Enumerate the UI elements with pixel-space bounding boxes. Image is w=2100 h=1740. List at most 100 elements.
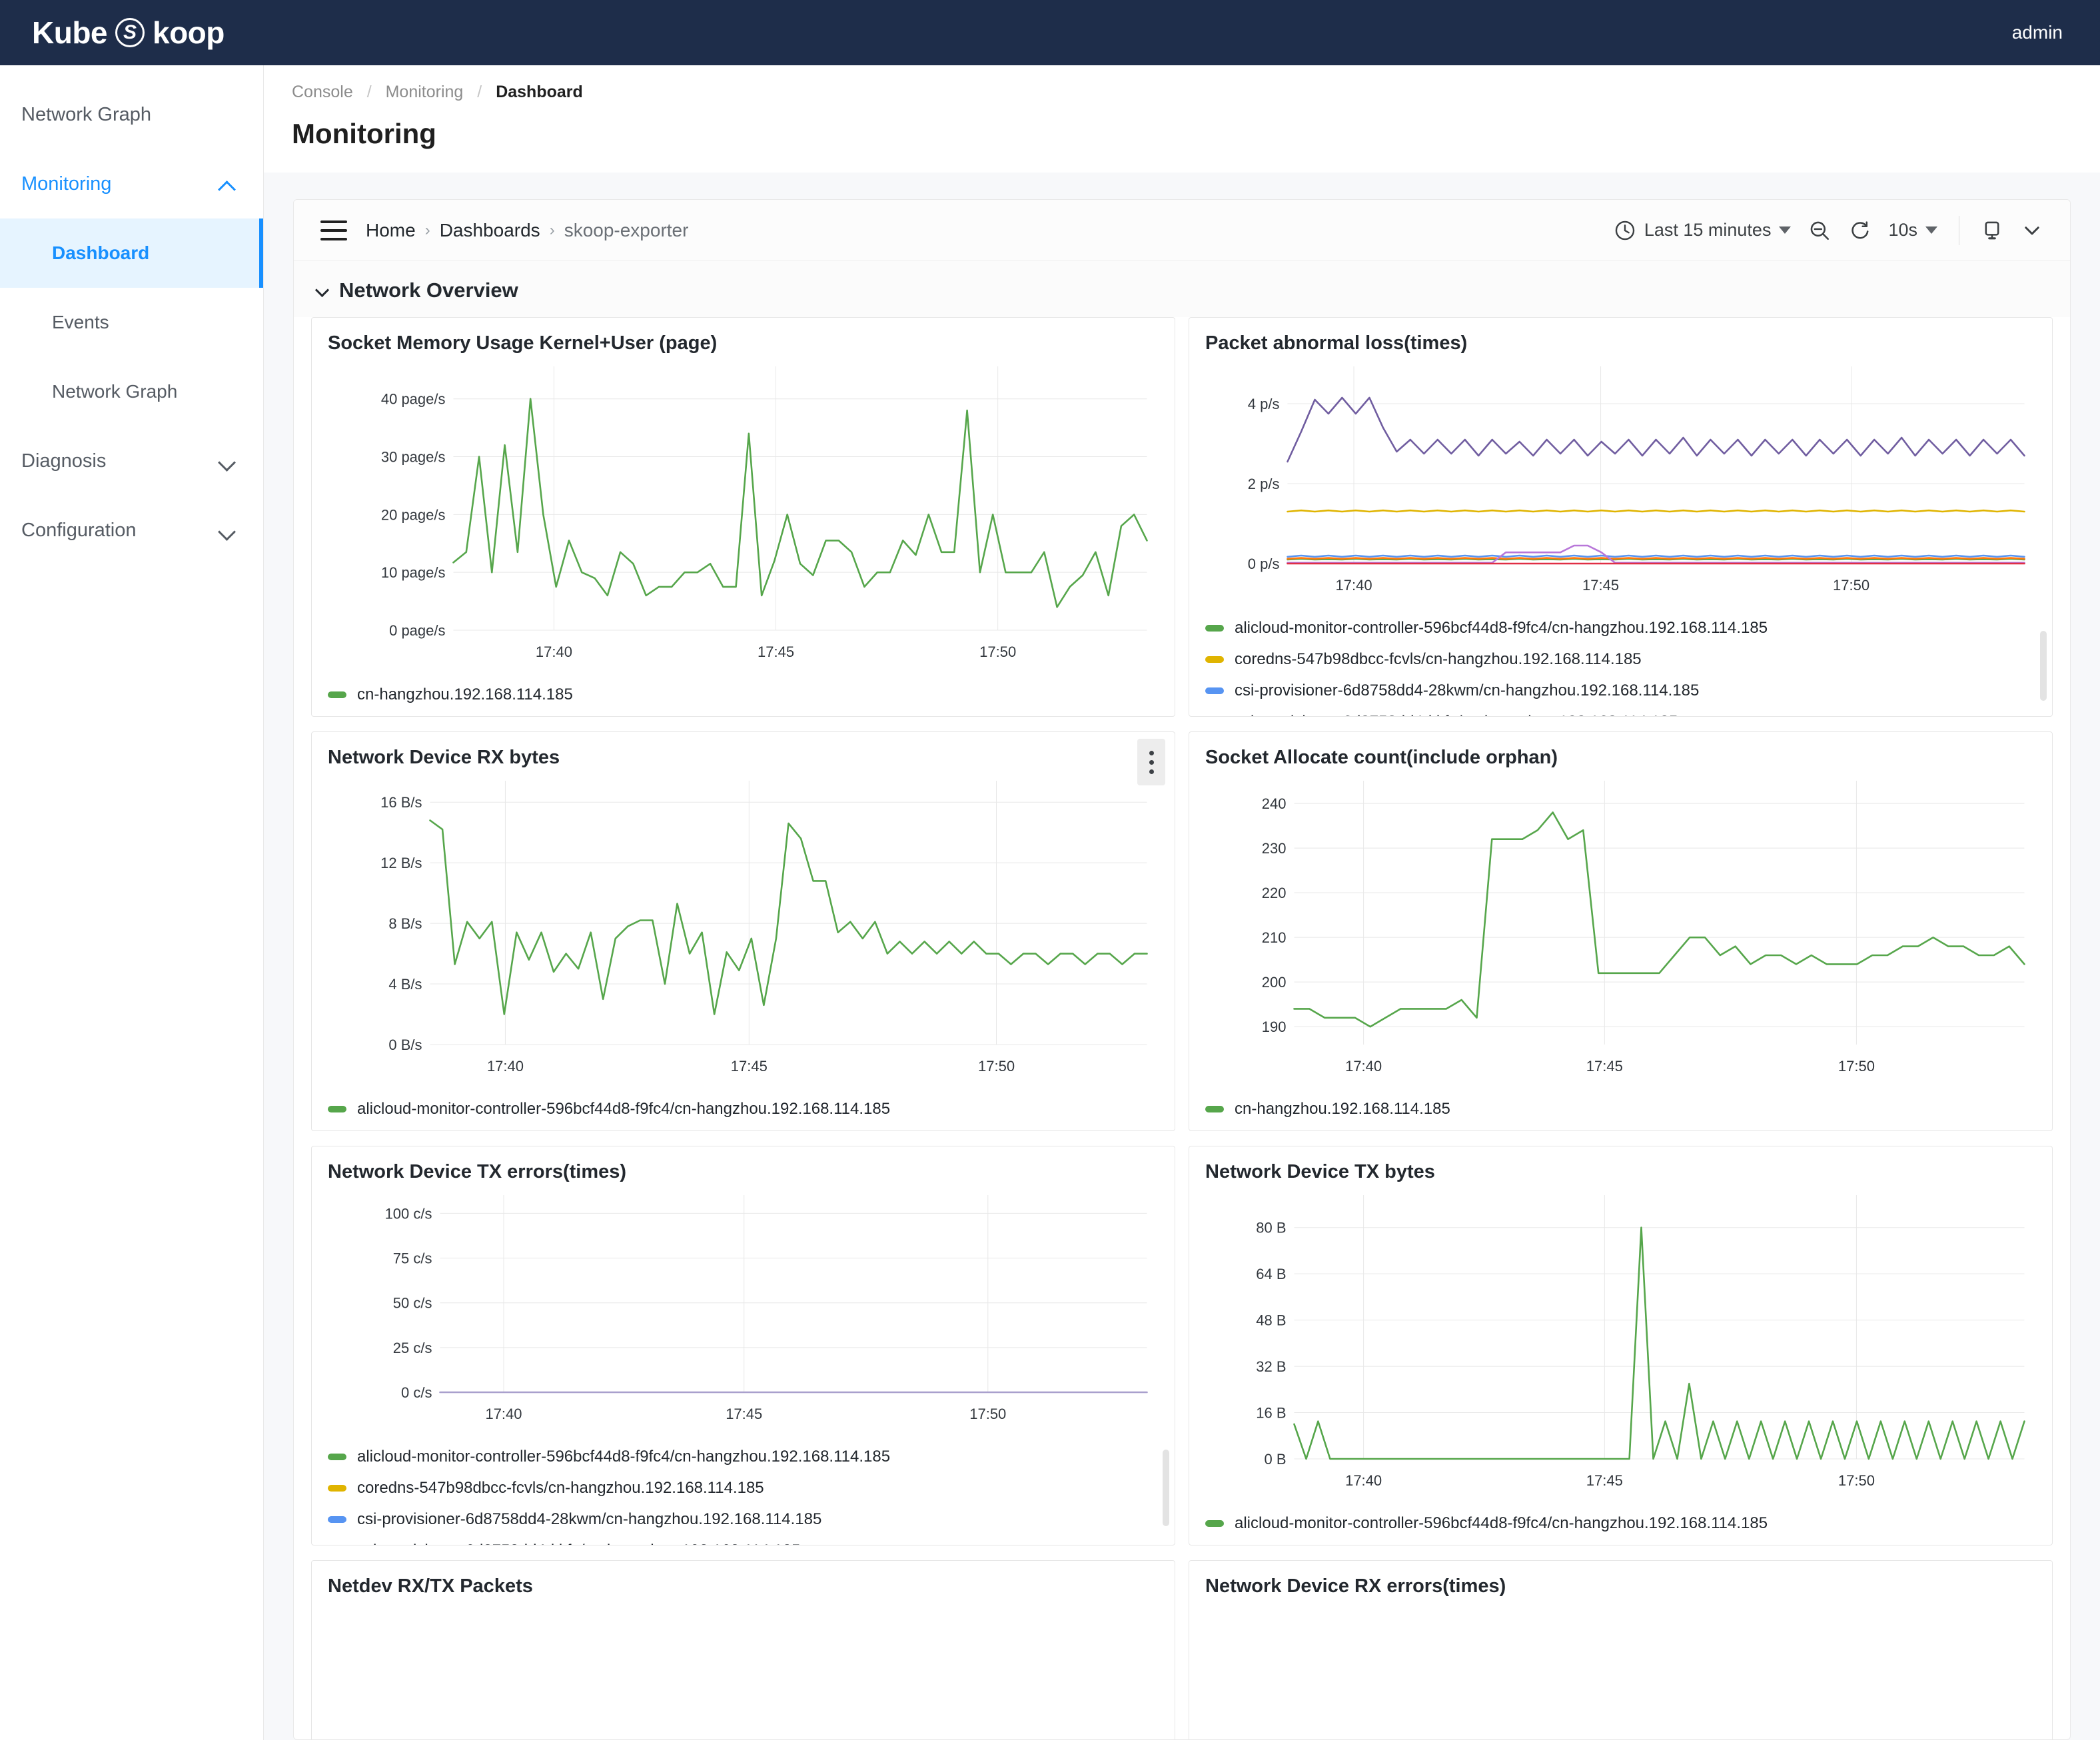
skoop-logo-icon: S <box>115 18 145 47</box>
chevron-up-icon <box>218 174 238 194</box>
chart-plot-socket-allocate: 190 200 210 220 230 240 17:40 17:45 17:50 <box>1262 781 2025 1075</box>
panel-menu-button[interactable] <box>1137 739 1165 785</box>
refresh-button[interactable] <box>1848 219 1871 242</box>
y-axis-tick-label: 48 B <box>1256 1312 1286 1329</box>
breadcrumb-monitoring[interactable]: Monitoring <box>386 83 464 101</box>
legend-color-swatch <box>1205 655 1224 663</box>
sidebar-item-dashboard[interactable]: Dashboard <box>0 218 263 288</box>
legend-item[interactable]: csi-provisioner-6d8758dd4-28kwm/cn-hangz… <box>328 1504 1159 1535</box>
sidebar-label: Diagnosis <box>21 450 107 472</box>
y-axis-tick-label: 4 p/s <box>1248 396 1280 412</box>
panel-socket-memory: Socket Memory Usage Kernel+User (page) 0 … <box>311 317 1175 717</box>
y-axis-tick-label: 0 B <box>1264 1451 1286 1468</box>
sidebar-item-network-graph[interactable]: Network Graph <box>0 357 263 426</box>
legend-item[interactable]: csi-provisioner-6d8758dd4-28kwm/cn-hangz… <box>1205 675 2036 706</box>
app-logo[interactable]: Kube S koop <box>32 15 225 51</box>
panel-legend: alicloud-monitor-controller-596bcf44d8-f… <box>328 1441 1159 1545</box>
legend-item[interactable]: cn-hangzhou.192.168.114.185 <box>328 679 1159 710</box>
chevron-down-icon <box>218 451 238 471</box>
panel-socket-allocate: Socket Allocate count(include orphan) 190… <box>1189 731 2053 1131</box>
grafana-breadcrumb-home[interactable]: Home <box>366 220 416 241</box>
sidebar-item-events[interactable]: Events <box>0 288 263 357</box>
y-axis-tick-label: 0 page/s <box>389 622 445 639</box>
sidebar-item-network-graph-top[interactable]: Network Graph <box>0 80 263 149</box>
row-header-network-overview[interactable]: Network Overview <box>294 261 2070 317</box>
y-axis-tick-label: 80 B <box>1256 1220 1286 1236</box>
legend-item-label: alicloud-monitor-controller-596bcf44d8-f… <box>1235 618 1768 637</box>
panel-row: Netdev RX/TX Packets Network Device RX er… <box>311 1560 2053 1739</box>
x-axis-tick-label: 17:45 <box>731 1058 768 1075</box>
panel-title: Socket Allocate count(include orphan) <box>1205 747 1558 768</box>
legend-item[interactable]: alicloud-monitor-controller-596bcf44d8-f… <box>328 1441 1159 1472</box>
panel-netdev-rx-bytes: Network Device RX bytes 0 B/s 4 B/s 8 B/s 12… <box>311 731 1175 1131</box>
y-axis-tick-label: 50 c/s <box>393 1295 432 1312</box>
y-axis-tick-label: 20 page/s <box>381 506 446 523</box>
user-menu-admin[interactable]: admin <box>2012 22 2063 43</box>
panel-title: Socket Memory Usage Kernel+User (page) <box>328 332 718 354</box>
hamburger-icon[interactable] <box>320 220 347 240</box>
legend-scrollbar[interactable] <box>1163 1450 1169 1526</box>
breadcrumb-separator: / <box>366 83 372 101</box>
chart-series-line <box>1287 509 2025 513</box>
y-axis-tick-label: 8 B/s <box>388 915 422 932</box>
legend-item[interactable]: csi-provisioner-6d8758dd4-ltkfn/cn-hangz… <box>328 1535 1159 1545</box>
panel-legend: cn-hangzhou.192.168.114.185 <box>328 679 1159 710</box>
page-title: Monitoring <box>292 118 436 149</box>
x-axis-tick-label: 17:45 <box>726 1406 762 1422</box>
refresh-interval-picker[interactable]: 10s <box>1888 220 1937 240</box>
more-options-button[interactable] <box>2021 219 2043 242</box>
breadcrumb-console[interactable]: Console <box>292 83 353 101</box>
chart-series-line <box>1293 1226 2025 1460</box>
chart-series-line <box>1293 811 2025 1028</box>
panel-grid: Socket Memory Usage Kernel+User (page) 0 … <box>294 317 2070 1739</box>
y-axis-tick-label: 0 c/s <box>401 1384 432 1401</box>
y-axis-tick-label: 40 page/s <box>381 391 446 408</box>
legend-item[interactable]: alicloud-monitor-controller-596bcf44d8-f… <box>1205 612 2036 644</box>
grafana-breadcrumb-skoop-exporter[interactable]: skoop-exporter <box>564 220 689 241</box>
sidebar-item-monitoring[interactable]: Monitoring <box>0 149 263 218</box>
row-title: Network Overview <box>339 278 518 302</box>
clock-icon <box>1615 220 1635 240</box>
chevron-down-icon <box>1779 226 1792 234</box>
x-axis-tick-label: 17:40 <box>487 1058 524 1075</box>
legend-item[interactable]: csi-provisioner-6d8758dd4-ltkfn/cn-hangz… <box>1205 706 2036 717</box>
chevron-right-icon: › <box>424 220 430 239</box>
chart-plot-socket-memory: 0 page/s 10 page/s 20 page/s 30 page/s 40 pa… <box>381 366 1148 660</box>
panel-netdev-tx-errors: Network Device TX errors(times) 0 c/s 25 c… <box>311 1146 1175 1545</box>
chevron-down-icon <box>1925 226 1937 234</box>
legend-color-swatch <box>328 1105 346 1112</box>
grafana-embed: Home › Dashboards › skoop-exporter Last … <box>293 199 2071 1740</box>
legend-scrollbar[interactable] <box>2040 631 2047 701</box>
panel-netdev-rx-tx-packets: Netdev RX/TX Packets <box>311 1560 1175 1739</box>
legend-item[interactable]: cn-hangzhou.192.168.114.185 <box>1205 1093 2036 1124</box>
dashboard-scroll-area[interactable]: Network Overview Socket Memory Usage Ker… <box>294 261 2070 1739</box>
legend-item[interactable]: alicloud-monitor-controller-596bcf44d8-f… <box>328 1093 1159 1124</box>
dot-icon <box>1149 769 1154 774</box>
zoom-out-button[interactable] <box>1808 219 1831 242</box>
tv-mode-button[interactable] <box>1981 219 2003 242</box>
x-axis-tick-label: 17:45 <box>758 644 794 660</box>
panel-legend: alicloud-monitor-controller-596bcf44d8-f… <box>1205 612 2036 717</box>
breadcrumb-dashboard: Dashboard <box>496 83 583 101</box>
time-range-label: Last 15 minutes <box>1644 220 1772 240</box>
legend-item[interactable]: alicloud-monitor-controller-596bcf44d8-f… <box>1205 1508 2036 1539</box>
legend-item-label: coredns-547b98dbcc-fcvls/cn-hangzhou.192… <box>1235 650 1642 668</box>
logo-text-skoop: koop <box>153 15 225 50</box>
legend-item[interactable]: coredns-547b98dbcc-fcvls/cn-hangzhou.192… <box>328 1472 1159 1504</box>
time-range-picker[interactable]: Last 15 minutes <box>1614 219 1792 242</box>
grafana-breadcrumb-dashboards[interactable]: Dashboards <box>440 220 540 241</box>
y-axis-tick-label: 220 <box>1262 885 1287 901</box>
chart-plot-netdev-rx-bytes: 0 B/s 4 B/s 8 B/s 12 B/s 16 B/s 17:40 17:45 17:… <box>380 781 1148 1075</box>
x-axis-tick-label: 17:40 <box>536 644 572 660</box>
sidebar-item-diagnosis[interactable]: Diagnosis <box>0 426 263 496</box>
legend-item[interactable]: coredns-547b98dbcc-fcvls/cn-hangzhou.192… <box>1205 644 2036 675</box>
breadcrumb-separator: / <box>477 83 482 101</box>
refresh-interval-label: 10s <box>1888 220 1917 240</box>
panel-title: Network Device TX errors(times) <box>328 1161 627 1182</box>
x-axis-tick-label: 17:50 <box>969 1406 1006 1422</box>
y-axis-tick-label: 100 c/s <box>385 1205 432 1222</box>
zoom-out-icon <box>1811 221 1830 240</box>
y-axis-tick-label: 30 page/s <box>381 449 446 466</box>
chevron-down-icon <box>316 284 330 297</box>
sidebar-item-configuration[interactable]: Configuration <box>0 496 263 565</box>
